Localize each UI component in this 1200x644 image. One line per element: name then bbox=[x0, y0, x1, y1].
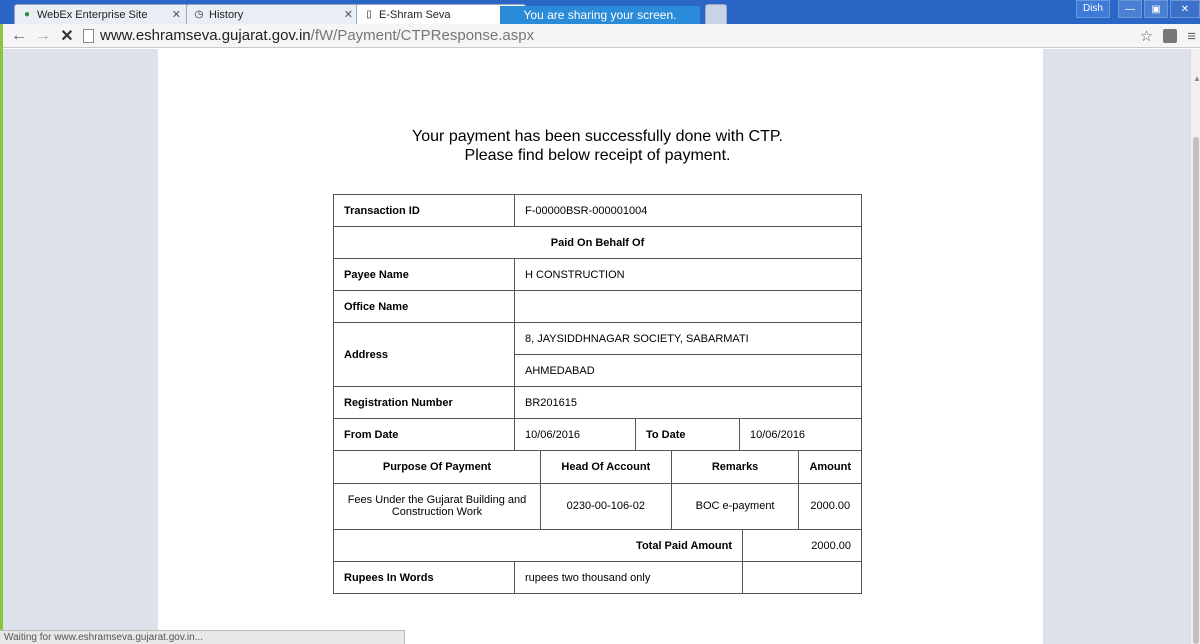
tab-history[interactable]: ◷ History ✕ bbox=[186, 4, 360, 24]
from-date-value: 10/06/2016 bbox=[514, 418, 636, 451]
tab-title: E-Shram Seva bbox=[379, 8, 451, 21]
page-icon: ▯ bbox=[366, 9, 372, 20]
table-header-row: Purpose Of Payment Head Of Account Remar… bbox=[334, 451, 861, 484]
rupees-in-words-value: rupees two thousand only bbox=[514, 561, 743, 594]
purpose-cell: Fees Under the Gujarat Building and Cons… bbox=[334, 482, 541, 529]
total-paid-amount-value: 2000.00 bbox=[742, 529, 862, 562]
payment-success-message: Your payment has been successfully done … bbox=[155, 127, 1040, 165]
webex-icon: ● bbox=[23, 9, 31, 20]
tab-title: History bbox=[209, 8, 244, 21]
payee-name-value: H CONSTRUCTION bbox=[514, 258, 862, 291]
table-row: From Date 10/06/2016 To Date 10/06/2016 bbox=[333, 418, 862, 451]
head-of-account-cell: 0230-00-106-02 bbox=[539, 482, 672, 529]
purpose-column-header: Purpose Of Payment bbox=[334, 451, 541, 484]
remarks-cell: BOC e-payment bbox=[670, 482, 800, 529]
rupees-in-words-label: Rupees In Words bbox=[333, 561, 515, 594]
payment-receipt-table: Transaction ID F-00000BSR-000001004 Paid… bbox=[333, 194, 862, 594]
vertical-scrollbar[interactable]: ▲ bbox=[1190, 49, 1200, 644]
window-close-button[interactable]: ✕ bbox=[1170, 0, 1200, 18]
close-icon[interactable]: ✕ bbox=[172, 8, 181, 21]
paid-on-behalf-of-heading: Paid On Behalf Of bbox=[333, 226, 862, 259]
table-row: Office Name bbox=[333, 290, 862, 323]
table-row: Payee Name H CONSTRUCTION bbox=[333, 258, 862, 291]
total-paid-amount-label: Total Paid Amount bbox=[333, 529, 743, 562]
back-arrow-icon[interactable]: ← bbox=[11, 27, 27, 45]
browser-toolbar: ← → ✕ www.eshramseva.gujarat.gov.in/fW/P… bbox=[3, 24, 1200, 48]
transaction-id-label: Transaction ID bbox=[333, 194, 515, 227]
tab-title: WebEx Enterprise Site bbox=[37, 8, 148, 21]
table-row: Registration Number BR201615 bbox=[333, 386, 862, 419]
bookmark-star-icon[interactable]: ☆ bbox=[1140, 27, 1153, 45]
rupees-in-words-extra-cell bbox=[742, 561, 862, 594]
minimize-button[interactable]: — bbox=[1118, 0, 1142, 18]
profile-button[interactable]: Dish bbox=[1075, 0, 1110, 18]
message-line-2: Please find below receipt of payment. bbox=[464, 147, 731, 164]
status-bar: Waiting for www.eshramseva.gujarat.gov.i… bbox=[0, 630, 405, 644]
page-icon bbox=[83, 28, 94, 43]
table-row: Purpose Of Payment Head Of Account Remar… bbox=[333, 450, 862, 530]
address-label: Address bbox=[333, 322, 515, 387]
window-controls: Dish — ▣ ✕ bbox=[1075, 0, 1200, 20]
table-row: Address 8, JAYSIDDHNAGAR SOCIETY, SABARM… bbox=[333, 322, 862, 387]
table-row: Total Paid Amount 2000.00 bbox=[333, 529, 862, 562]
tab-strip: ● WebEx Enterprise Site ✕ ◷ History ✕ ▯ … bbox=[0, 0, 1200, 24]
payment-details-cell: Purpose Of Payment Head Of Account Remar… bbox=[333, 450, 862, 530]
screen-sharing-banner: You are sharing your screen. bbox=[500, 6, 700, 24]
stop-loading-icon[interactable]: ✕ bbox=[59, 26, 75, 46]
to-date-value: 10/06/2016 bbox=[739, 418, 862, 451]
toolbar-actions: ☆ ≡ bbox=[1140, 27, 1196, 46]
address-line-2: AHMEDABAD bbox=[514, 354, 862, 387]
close-icon[interactable]: ✕ bbox=[344, 8, 353, 21]
payee-name-label: Payee Name bbox=[333, 258, 515, 291]
from-date-label: From Date bbox=[333, 418, 515, 451]
scroll-up-arrow-icon[interactable]: ▲ bbox=[1193, 74, 1200, 83]
amount-cell: 2000.00 bbox=[798, 482, 861, 529]
payment-details-table: Purpose Of Payment Head Of Account Remar… bbox=[334, 451, 861, 529]
menu-icon[interactable]: ≡ bbox=[1187, 28, 1196, 45]
office-name-value bbox=[514, 290, 862, 323]
remarks-column-header: Remarks bbox=[670, 451, 800, 484]
message-line-1: Your payment has been successfully done … bbox=[412, 128, 783, 145]
restore-button[interactable]: ▣ bbox=[1144, 0, 1168, 18]
table-row: Transaction ID F-00000BSR-000001004 bbox=[333, 194, 862, 227]
table-row: Paid On Behalf Of bbox=[333, 226, 862, 259]
table-row: Rupees In Words rupees two thousand only bbox=[333, 561, 862, 594]
scroll-thumb[interactable] bbox=[1193, 137, 1199, 644]
transaction-id-value: F-00000BSR-000001004 bbox=[514, 194, 862, 227]
office-name-label: Office Name bbox=[333, 290, 515, 323]
table-row: Fees Under the Gujarat Building and Cons… bbox=[334, 482, 861, 529]
address-line-1: 8, JAYSIDDHNAGAR SOCIETY, SABARMATI bbox=[514, 322, 862, 355]
registration-number-label: Registration Number bbox=[333, 386, 515, 419]
extension-icon[interactable] bbox=[1163, 29, 1178, 43]
head-of-account-column-header: Head Of Account bbox=[539, 451, 672, 484]
to-date-label: To Date bbox=[635, 418, 740, 451]
forward-arrow-icon[interactable]: → bbox=[35, 27, 51, 45]
new-tab-button[interactable] bbox=[705, 4, 727, 24]
history-icon: ◷ bbox=[194, 9, 204, 20]
tab-webex[interactable]: ● WebEx Enterprise Site ✕ bbox=[14, 4, 188, 24]
registration-number-value: BR201615 bbox=[514, 386, 862, 419]
url-host: www.eshramseva.gujarat.gov.in bbox=[100, 27, 311, 44]
address-bar[interactable]: www.eshramseva.gujarat.gov.in/fW/Payment… bbox=[83, 25, 534, 47]
url-path: /fW/Payment/CTPResponse.aspx bbox=[310, 27, 535, 44]
amount-column-header: Amount bbox=[798, 451, 861, 484]
